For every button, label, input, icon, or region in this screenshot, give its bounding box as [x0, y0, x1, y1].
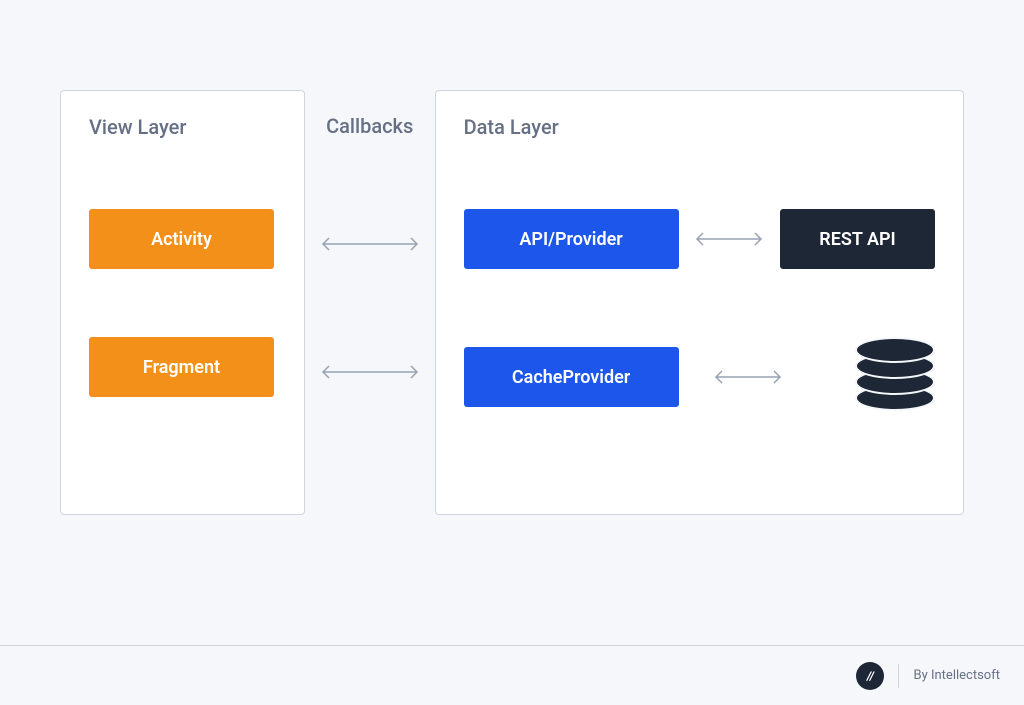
bidirectional-arrow-icon — [689, 232, 769, 246]
data-layer-title: Data Layer — [464, 115, 935, 139]
architecture-diagram: View Layer Activity Fragment Callbacks D… — [0, 0, 1024, 515]
database-icon — [855, 337, 935, 417]
fragment-box: Fragment — [89, 337, 274, 397]
bidirectional-arrow-icon — [315, 365, 425, 379]
view-layer-title: View Layer — [89, 115, 276, 139]
footer-divider — [898, 664, 899, 688]
arrow-cache-db — [679, 370, 817, 384]
bidirectional-arrow-icon — [315, 237, 425, 251]
bidirectional-arrow-icon — [708, 370, 788, 384]
data-layer-box: Data Layer API/Provider REST API CachePr… — [435, 90, 964, 515]
api-provider-box: API/Provider — [464, 209, 679, 269]
view-layer-box: View Layer Activity Fragment — [60, 90, 305, 515]
arrow-fragment-cache — [305, 365, 435, 379]
arrow-api-rest — [679, 232, 780, 246]
footer: // By Intellectsoft — [0, 645, 1024, 705]
arrow-activity-api — [305, 237, 435, 251]
footer-attribution: By Intellectsoft — [913, 668, 1000, 683]
activity-box: Activity — [89, 209, 274, 269]
callbacks-section: Callbacks — [305, 90, 435, 138]
callbacks-label: Callbacks — [305, 114, 435, 138]
cache-provider-box: CacheProvider — [464, 347, 679, 407]
intellectsoft-logo-icon: // — [856, 662, 884, 690]
rest-api-box: REST API — [780, 209, 935, 269]
